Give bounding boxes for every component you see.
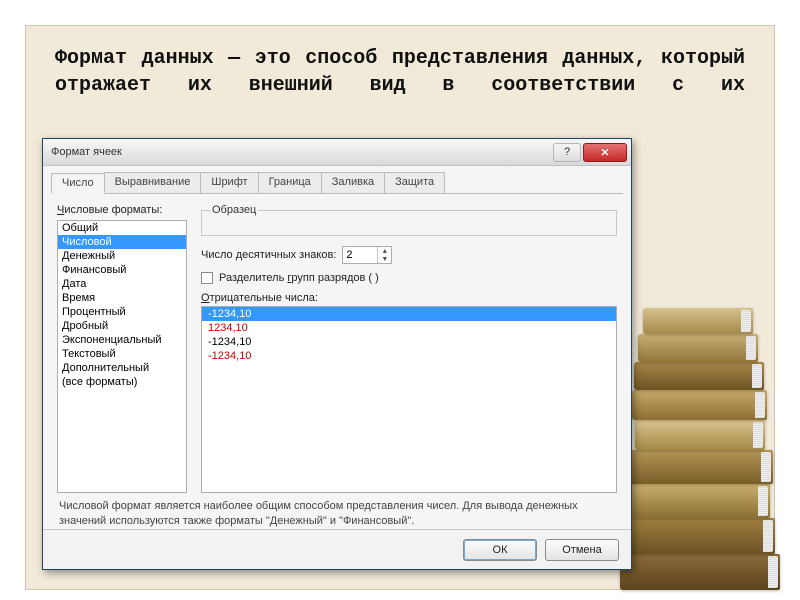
format-item-currency[interactable]: Денежный xyxy=(58,249,186,263)
thousands-separator-checkbox[interactable] xyxy=(201,272,213,284)
tab-fill[interactable]: Заливка xyxy=(321,172,385,193)
format-item-text[interactable]: Текстовый xyxy=(58,347,186,361)
cancel-label: Отмена xyxy=(562,544,601,556)
format-item-time[interactable]: Время xyxy=(58,291,186,305)
dialog-footer: ОК Отмена xyxy=(43,529,631,569)
chevron-up-icon[interactable]: ▲ xyxy=(378,247,391,255)
tab-number[interactable]: Число xyxy=(51,173,105,194)
thousands-separator-label: Разделитель групп разрядов ( ) xyxy=(219,272,379,284)
dialog-title: Формат ячеек xyxy=(51,146,122,158)
negative-option-2[interactable]: 1234,10 xyxy=(202,321,616,335)
format-item-general[interactable]: Общий xyxy=(58,221,186,235)
sample-box: Образец xyxy=(201,204,617,236)
tab-font[interactable]: Шрифт xyxy=(200,172,258,193)
help-button[interactable]: ? xyxy=(553,143,581,162)
negative-option-4[interactable]: -1234,10 xyxy=(202,349,616,363)
cancel-button[interactable]: Отмена xyxy=(545,539,619,561)
negative-numbers-list[interactable]: -1234,10 1234,10 -1234,10 -1234,10 xyxy=(201,306,617,493)
tab-border[interactable]: Граница xyxy=(258,172,322,193)
slide-heading: Формат данных — это способ представления… xyxy=(55,45,745,99)
tab-protection[interactable]: Защита xyxy=(384,172,445,193)
help-icon: ? xyxy=(564,146,570,158)
format-item-special[interactable]: Дополнительный xyxy=(58,361,186,375)
decimal-places-value: 2 xyxy=(346,249,352,261)
negative-option-3[interactable]: -1234,10 xyxy=(202,335,616,349)
chevron-down-icon[interactable]: ▼ xyxy=(378,255,391,263)
negative-option-1[interactable]: -1234,10 xyxy=(202,307,616,321)
decimal-places-label: Число десятичных знаков: xyxy=(201,249,336,261)
close-button[interactable]: ✕ xyxy=(583,143,627,162)
format-item-number[interactable]: Числовой xyxy=(58,235,186,249)
format-item-date[interactable]: Дата xyxy=(58,277,186,291)
number-formats-list[interactable]: Общий Числовой Денежный Финансовый Дата … xyxy=(57,220,187,493)
format-item-accounting[interactable]: Финансовый xyxy=(58,263,186,277)
format-item-fraction[interactable]: Дробный xyxy=(58,319,186,333)
format-item-scientific[interactable]: Экспоненциальный xyxy=(58,333,186,347)
tab-strip: Число Выравнивание Шрифт Граница Заливка… xyxy=(51,172,623,194)
tab-alignment[interactable]: Выравнивание xyxy=(104,172,202,193)
ok-button[interactable]: ОК xyxy=(463,539,537,561)
book-stack xyxy=(610,270,790,590)
format-cells-dialog: Формат ячеек ? ✕ Число Выравнивание Шриф… xyxy=(42,138,632,570)
negative-numbers-label: Отрицательные числа: xyxy=(201,292,617,304)
ok-label: ОК xyxy=(493,544,508,556)
format-item-custom[interactable]: (все форматы) xyxy=(58,375,186,389)
titlebar[interactable]: Формат ячеек ? ✕ xyxy=(43,139,631,166)
sample-label: Образец xyxy=(210,204,258,216)
decimal-places-stepper[interactable]: 2 ▲▼ xyxy=(342,246,392,264)
close-icon: ✕ xyxy=(600,146,609,159)
formats-label: Числовые форматы: xyxy=(57,204,187,216)
format-item-percent[interactable]: Процентный xyxy=(58,305,186,319)
format-description: Числовой формат является наиболее общим … xyxy=(51,493,623,529)
stepper-arrows[interactable]: ▲▼ xyxy=(377,247,391,263)
